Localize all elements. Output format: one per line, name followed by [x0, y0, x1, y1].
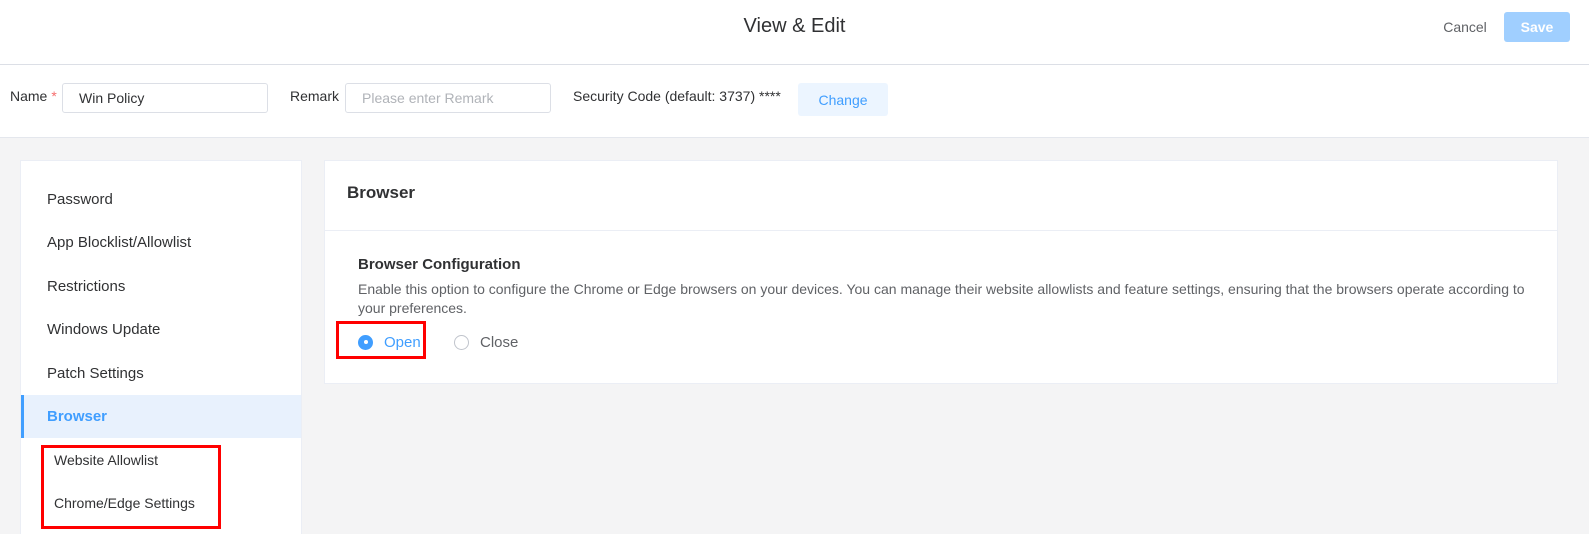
panel-title: Browser [347, 183, 416, 202]
sidebar-item-browser[interactable]: Browser [21, 395, 301, 438]
sidebar-item-windows-update[interactable]: Windows Update [21, 308, 301, 351]
sidebar-subitem-website-allowlist[interactable]: Website Allowlist [21, 439, 301, 482]
security-code-text: Security Code (default: 3737) **** [573, 88, 781, 104]
name-input[interactable] [62, 83, 268, 113]
required-mark: * [51, 88, 57, 104]
radio-open-circle[interactable] [358, 334, 373, 350]
name-label: Name * [10, 88, 57, 104]
sidebar-item-restrictions[interactable]: Restrictions [21, 265, 301, 308]
policy-sidebar: Password App Blocklist/Allowlist Restric… [20, 160, 302, 534]
browser-configuration-description: Enable this option to configure the Chro… [358, 281, 1525, 316]
policy-form-row: Name* Remark Security Code (default: 373… [0, 65, 1589, 138]
sidebar-item-password[interactable]: Password [21, 178, 301, 221]
remark-label: Remark [290, 88, 340, 104]
radio-close-label: Close [480, 333, 519, 351]
radio-close-circle[interactable] [454, 334, 469, 350]
sidebar-item-patch-settings[interactable]: Patch Settings [21, 352, 301, 395]
radio-open-label: Open [384, 333, 421, 351]
browser-configuration-title: Browser Configuration [358, 256, 521, 273]
top-header: View & Edit Cancel Save [0, 0, 1589, 65]
remark-input[interactable] [345, 83, 551, 113]
content-area: Password App Blocklist/Allowlist Restric… [0, 138, 1589, 534]
panel-header: Browser [325, 161, 1557, 231]
cancel-button[interactable]: Cancel [1431, 12, 1499, 42]
browser-panel: Browser Browser Configuration Enable thi… [324, 160, 1558, 384]
radio-close[interactable]: Close [454, 331, 518, 353]
page-title: View & Edit [743, 15, 846, 37]
sidebar-subitem-chrome-edge-settings[interactable]: Chrome/Edge Settings [21, 482, 301, 525]
radio-open[interactable]: Open [358, 331, 421, 353]
view-edit-page: View & Edit Cancel Save Name* Remark Sec… [0, 0, 1589, 534]
sidebar-item-app-blocklist[interactable]: App Blocklist/Allowlist [21, 221, 301, 264]
name-label-text: Name [10, 88, 48, 104]
change-security-code-button[interactable]: Change [798, 83, 888, 116]
save-button[interactable]: Save [1504, 12, 1570, 42]
